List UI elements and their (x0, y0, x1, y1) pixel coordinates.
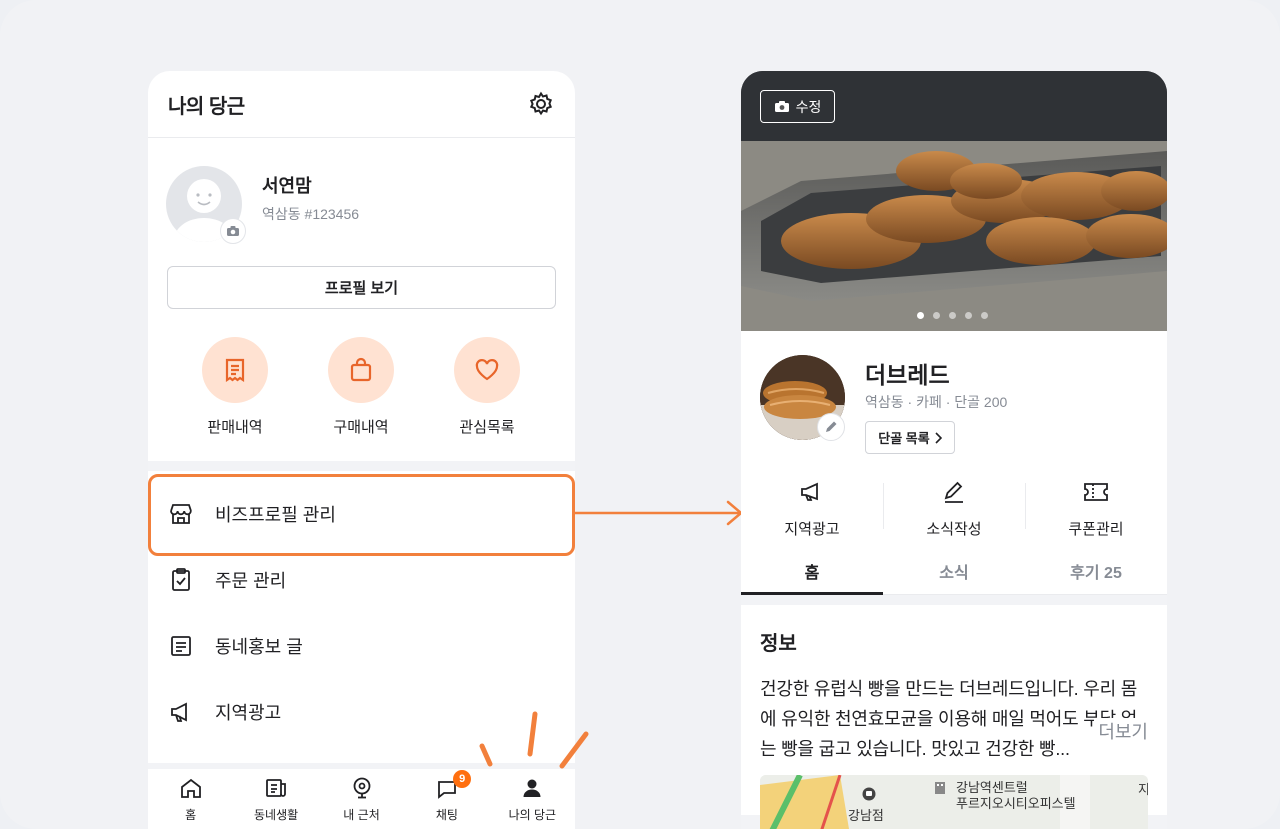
chevron-right-icon (935, 431, 942, 444)
tab-label: 홈 (185, 808, 197, 822)
highlight-frame (148, 474, 575, 556)
shopping-bag-icon (328, 337, 394, 403)
newspaper-icon (263, 775, 289, 801)
document-icon (168, 633, 194, 659)
page-title: 나의 당근 (168, 95, 245, 118)
map-label: 강남점 (848, 808, 884, 823)
tab-reviews[interactable]: 후기 25 (1025, 547, 1167, 594)
header: 나의 당근 (148, 71, 575, 138)
sparkle-icon (479, 711, 589, 769)
edit-photo-button[interactable]: 수정 (760, 90, 835, 123)
business-name: 더브레드 (865, 362, 950, 388)
menu-item-orders[interactable]: 주문 관리 (148, 547, 575, 613)
map-graphic (760, 775, 1148, 829)
shortcut-row: 판매내역 구매내역 관심목록 (148, 309, 575, 461)
info-section: 정보 건강한 유럽식 빵을 만드는 더브레드입니다. 우리 몸에 유익한 천연효… (741, 605, 1167, 829)
profile-tabs: 홈 소식 후기 25 (741, 547, 1167, 595)
action-write-news[interactable]: 소식작성 (883, 479, 1025, 547)
hero-photo[interactable]: 수정 (741, 71, 1167, 331)
divider (148, 461, 575, 471)
info-title: 정보 (760, 633, 797, 655)
profile-subtitle: 역삼동 #123456 (262, 206, 360, 222)
heart-icon (454, 337, 520, 403)
profile-name: 서연맘 (262, 176, 312, 196)
carousel-dot[interactable] (917, 312, 924, 319)
shortcut-label: 관심목록 (459, 419, 515, 436)
biz-profile-screen: 수정 더브레드 역삼동 · 카페 · 단골 200 단골 목록 지역광고 소식작… (741, 71, 1167, 829)
bottom-tab-bar: 홈 동네생활 내 근처 9 채팅 나의 당근 (148, 763, 575, 829)
subway-icon (862, 787, 876, 801)
regulars-list-button[interactable]: 단골 목록 (865, 421, 955, 454)
profile-section: 서연맘 역삼동 #123456 (148, 138, 575, 266)
menu-item-label: 지역광고 (215, 703, 282, 723)
action-coupons[interactable]: 쿠폰관리 (1025, 479, 1167, 547)
tab-label: 채팅 (435, 808, 458, 822)
view-profile-button[interactable]: 프로필 보기 (167, 266, 556, 309)
action-label: 지역광고 (784, 521, 840, 538)
clipboard-check-icon (168, 567, 194, 593)
business-header: 더브레드 역삼동 · 카페 · 단골 200 단골 목록 (741, 331, 1167, 467)
map-preview[interactable]: 강남역센트럴 푸르지오시티오피스텔 지 강남점 (760, 775, 1148, 829)
shortcut-wishlist[interactable]: 관심목록 (447, 337, 527, 461)
tab-neighborhood[interactable]: 동네생활 (233, 769, 318, 829)
tab-nearby[interactable]: 내 근처 (319, 769, 404, 829)
action-label: 쿠폰관리 (1068, 521, 1124, 538)
carousel-dot[interactable] (933, 312, 940, 319)
business-subtitle: 역삼동 · 카페 · 단골 200 (865, 394, 1008, 410)
location-pin-icon (349, 775, 375, 801)
info-text: 건강한 유럽식 빵을 만드는 더브레드입니다. 우리 몸에 유익한 천연효모균을… (760, 679, 1138, 759)
tab-label: 나의 당근 (508, 808, 557, 822)
action-label: 소식작성 (926, 521, 982, 538)
map-label: 푸르지오시티오피스텔 (956, 796, 1076, 811)
shortcut-label: 판매내역 (207, 419, 263, 436)
more-link[interactable]: 더보기 (1094, 718, 1148, 744)
tab-label: 내 근처 (343, 808, 380, 822)
shortcut-sales[interactable]: 판매내역 (195, 337, 275, 461)
gear-icon[interactable] (527, 90, 555, 118)
pencil-icon[interactable] (817, 413, 845, 441)
receipt-icon (202, 337, 268, 403)
tab-news[interactable]: 소식 (883, 547, 1025, 594)
tab-chat[interactable]: 9 채팅 (404, 769, 489, 829)
menu-item-label: 주문 관리 (215, 571, 287, 591)
carousel-dot[interactable] (965, 312, 972, 319)
camera-icon (774, 101, 789, 112)
home-icon (178, 775, 204, 801)
carousel-dot[interactable] (949, 312, 956, 319)
regulars-label: 단골 목록 (878, 431, 930, 446)
action-local-ads[interactable]: 지역광고 (741, 479, 883, 547)
megaphone-icon (168, 699, 194, 725)
edit-label: 수정 (795, 98, 822, 115)
chat-badge: 9 (453, 770, 472, 788)
tab-label: 동네생활 (254, 808, 299, 822)
pencil-icon (941, 479, 967, 510)
carousel-dot[interactable] (981, 312, 988, 319)
building-icon (935, 782, 945, 794)
tab-my-carrot[interactable]: 나의 당근 (490, 769, 575, 829)
action-row: 지역광고 소식작성 쿠폰관리 (741, 467, 1167, 547)
carousel-indicator (917, 312, 988, 319)
shortcut-label: 구매내역 (333, 419, 389, 436)
arrow-icon (575, 500, 743, 526)
tab-home[interactable]: 홈 (148, 769, 233, 829)
megaphone-icon (799, 479, 825, 510)
menu-item-label: 동네홍보 글 (215, 637, 303, 657)
person-icon (519, 775, 545, 801)
tab-home[interactable]: 홈 (741, 547, 883, 595)
ticket-icon (1082, 479, 1110, 510)
shortcut-purchases[interactable]: 구매내역 (321, 337, 401, 461)
business-card: 더브레드 역삼동 · 카페 · 단골 200 단골 목록 지역광고 소식작성 쿠… (741, 331, 1167, 595)
camera-icon[interactable] (220, 218, 246, 244)
menu-item-local-post[interactable]: 동네홍보 글 (148, 613, 575, 679)
map-label: 지 (1138, 782, 1148, 797)
